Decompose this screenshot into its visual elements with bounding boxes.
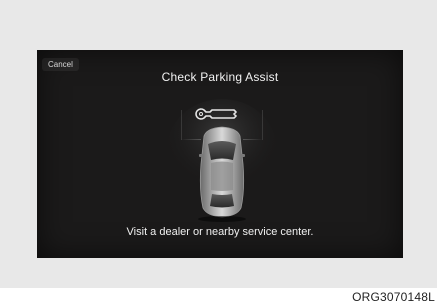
car-top-view-icon	[198, 126, 246, 222]
page-title: Check Parking Assist	[161, 70, 279, 84]
figure-code: ORG3070148L	[352, 290, 435, 304]
figure-frame: Cancel Check Parking Assist Visit a deal…	[0, 0, 437, 288]
infotainment-screen: Cancel Check Parking Assist Visit a deal…	[37, 50, 403, 258]
status-message: Visit a dealer or nearby service center.	[126, 226, 314, 238]
parking-assist-illustration	[167, 99, 277, 222]
